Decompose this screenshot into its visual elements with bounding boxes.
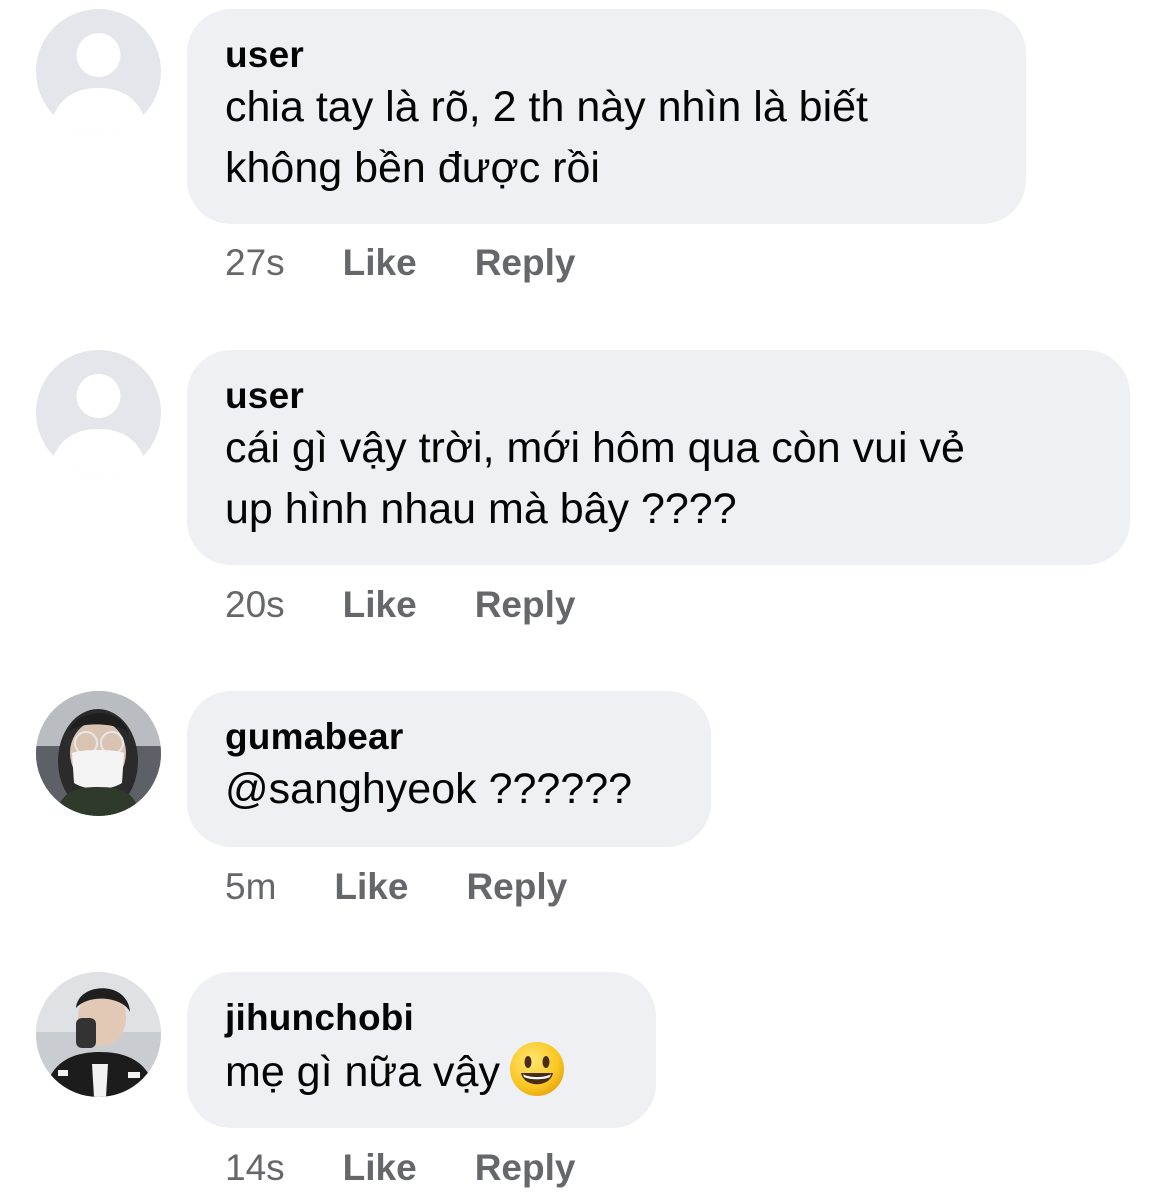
grinning-face-emoji-icon	[509, 1042, 564, 1096]
comment-text-content: mẹ gì nữa vậy	[225, 1048, 500, 1096]
profile-photo[interactable]	[36, 972, 161, 1097]
comment-text: mẹ gì nữa vậy	[225, 1040, 618, 1103]
comment-bubble: jihunchobi mẹ gì nữa vậy	[187, 972, 656, 1128]
comment-text-line: mẹ gì nữa vậy	[225, 1040, 618, 1103]
like-button[interactable]: Like	[343, 1147, 417, 1189]
comment-meta: 14s Like Reply	[225, 1143, 575, 1193]
comment-item: jihunchobi mẹ gì nữa vậy 14s Like Reply	[0, 0, 1169, 1199]
comment-username[interactable]: jihunchobi	[225, 996, 618, 1040]
comment-timestamp[interactable]: 14s	[225, 1147, 285, 1189]
reply-button[interactable]: Reply	[475, 1147, 576, 1189]
